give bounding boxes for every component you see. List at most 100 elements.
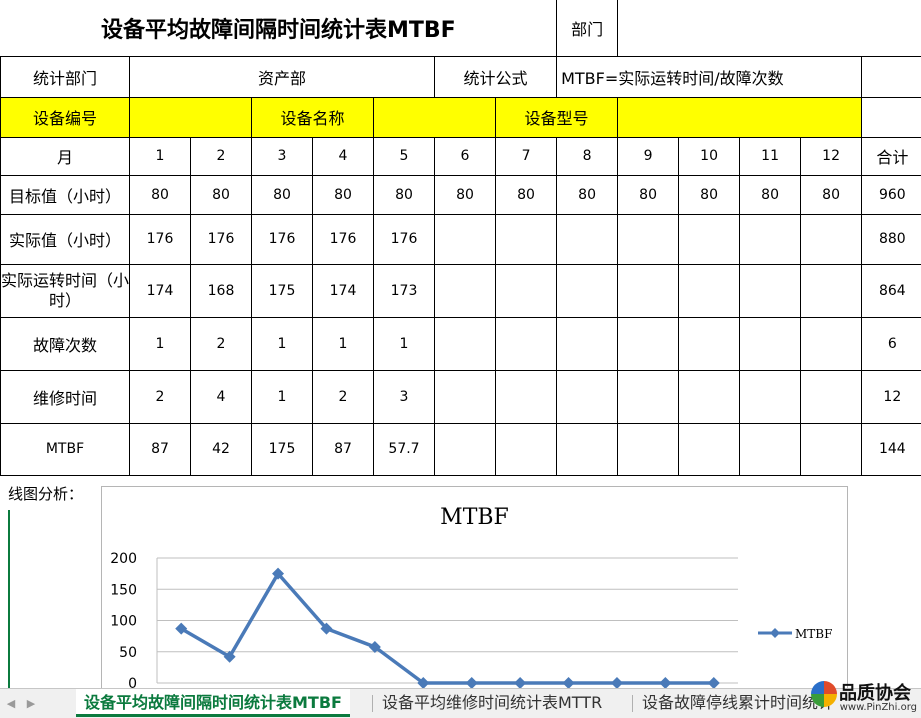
month-label[interactable]: 月	[1, 137, 130, 175]
formula-label[interactable]: 统计公式	[435, 56, 557, 97]
dept-value-cell[interactable]	[618, 0, 921, 56]
cell[interactable]	[618, 423, 679, 475]
total-cell[interactable]: 12	[862, 370, 921, 423]
cell[interactable]	[679, 423, 740, 475]
cell[interactable]	[801, 264, 862, 317]
row-label[interactable]: 实际运转时间（小时）	[1, 264, 130, 317]
cell[interactable]	[740, 214, 801, 264]
cell[interactable]	[496, 317, 557, 370]
cell[interactable]	[557, 317, 618, 370]
cell[interactable]: 176	[313, 214, 374, 264]
total-header[interactable]: 合计	[862, 137, 921, 175]
cell[interactable]: 3	[374, 370, 435, 423]
row-label[interactable]: 故障次数	[1, 317, 130, 370]
cell[interactable]: 80	[557, 175, 618, 214]
cell[interactable]: 2	[191, 317, 252, 370]
month-header-1[interactable]: 1	[130, 137, 191, 175]
cell[interactable]	[740, 264, 801, 317]
cell[interactable]	[679, 264, 740, 317]
cell[interactable]: 80	[740, 175, 801, 214]
cell[interactable]: 80	[496, 175, 557, 214]
cell[interactable]	[496, 423, 557, 475]
row-label[interactable]: 维修时间	[1, 370, 130, 423]
cell[interactable]	[801, 317, 862, 370]
cell[interactable]	[618, 370, 679, 423]
cell[interactable]: 80	[130, 175, 191, 214]
device-name-value[interactable]	[374, 97, 496, 137]
tab-scroll-left-icon[interactable]: ◀	[2, 689, 20, 718]
cell[interactable]	[740, 370, 801, 423]
device-no-label[interactable]: 设备编号	[1, 97, 130, 137]
row-label[interactable]: 实际值（小时）	[1, 214, 130, 264]
cell[interactable]	[740, 423, 801, 475]
cell[interactable]: 1	[252, 317, 313, 370]
empty-cell[interactable]	[862, 56, 921, 97]
cell[interactable]: 2	[313, 370, 374, 423]
cell[interactable]: 176	[191, 214, 252, 264]
cell[interactable]	[679, 317, 740, 370]
month-header-4[interactable]: 4	[313, 137, 374, 175]
cell[interactable]: 176	[252, 214, 313, 264]
cell[interactable]: 42	[191, 423, 252, 475]
cell[interactable]: 80	[252, 175, 313, 214]
cell[interactable]	[435, 264, 496, 317]
stat-dept-label[interactable]: 统计部门	[1, 56, 130, 97]
cell[interactable]: 4	[191, 370, 252, 423]
cell[interactable]: 87	[313, 423, 374, 475]
month-header-6[interactable]: 6	[435, 137, 496, 175]
cell[interactable]: 80	[801, 175, 862, 214]
cell[interactable]: 176	[374, 214, 435, 264]
cell[interactable]	[618, 317, 679, 370]
mtbf-chart[interactable]: MTBF 200150100500MTBF	[101, 486, 848, 698]
total-cell[interactable]: 144	[862, 423, 921, 475]
month-header-9[interactable]: 9	[618, 137, 679, 175]
row-label[interactable]: 目标值（小时）	[1, 175, 130, 214]
cell[interactable]	[435, 317, 496, 370]
cell[interactable]	[435, 423, 496, 475]
cell[interactable]	[496, 370, 557, 423]
cell[interactable]: 80	[618, 175, 679, 214]
tab-scroll-right-icon[interactable]: ▶	[22, 689, 40, 718]
formula-value[interactable]: MTBF=实际运转时间/故障次数	[557, 56, 862, 97]
cell[interactable]	[618, 214, 679, 264]
month-header-12[interactable]: 12	[801, 137, 862, 175]
month-header-7[interactable]: 7	[496, 137, 557, 175]
cell[interactable]: 80	[435, 175, 496, 214]
cell[interactable]	[557, 264, 618, 317]
cell[interactable]	[679, 214, 740, 264]
cell[interactable]	[679, 370, 740, 423]
empty-cell[interactable]	[862, 97, 921, 137]
total-cell[interactable]: 880	[862, 214, 921, 264]
cell[interactable]: 80	[191, 175, 252, 214]
row-label[interactable]: MTBF	[1, 423, 130, 475]
device-model-value[interactable]	[618, 97, 862, 137]
cell[interactable]	[801, 370, 862, 423]
cell[interactable]: 80	[313, 175, 374, 214]
dept-label[interactable]: 部门	[557, 0, 618, 56]
cell[interactable]: 174	[313, 264, 374, 317]
cell[interactable]	[618, 264, 679, 317]
total-cell[interactable]: 960	[862, 175, 921, 214]
cell[interactable]: 80	[679, 175, 740, 214]
cell[interactable]	[740, 317, 801, 370]
stat-dept-value[interactable]: 资产部	[130, 56, 435, 97]
cell[interactable]: 1	[130, 317, 191, 370]
tab-mtbf[interactable]: 设备平均故障间隔时间统计表MTBF	[76, 689, 350, 717]
cell[interactable]	[557, 214, 618, 264]
cell[interactable]: 1	[252, 370, 313, 423]
cell[interactable]	[557, 370, 618, 423]
cell[interactable]: 174	[130, 264, 191, 317]
cell[interactable]: 168	[191, 264, 252, 317]
cell[interactable]	[801, 214, 862, 264]
cell[interactable]: 175	[252, 264, 313, 317]
total-cell[interactable]: 6	[862, 317, 921, 370]
month-header-3[interactable]: 3	[252, 137, 313, 175]
month-header-2[interactable]: 2	[191, 137, 252, 175]
device-no-value[interactable]	[130, 97, 252, 137]
tab-mttr[interactable]: 设备平均维修时间统计表MTTR	[374, 689, 610, 717]
cell[interactable]	[435, 370, 496, 423]
cell[interactable]: 2	[130, 370, 191, 423]
cell[interactable]	[801, 423, 862, 475]
cell[interactable]: 173	[374, 264, 435, 317]
cell[interactable]	[496, 214, 557, 264]
